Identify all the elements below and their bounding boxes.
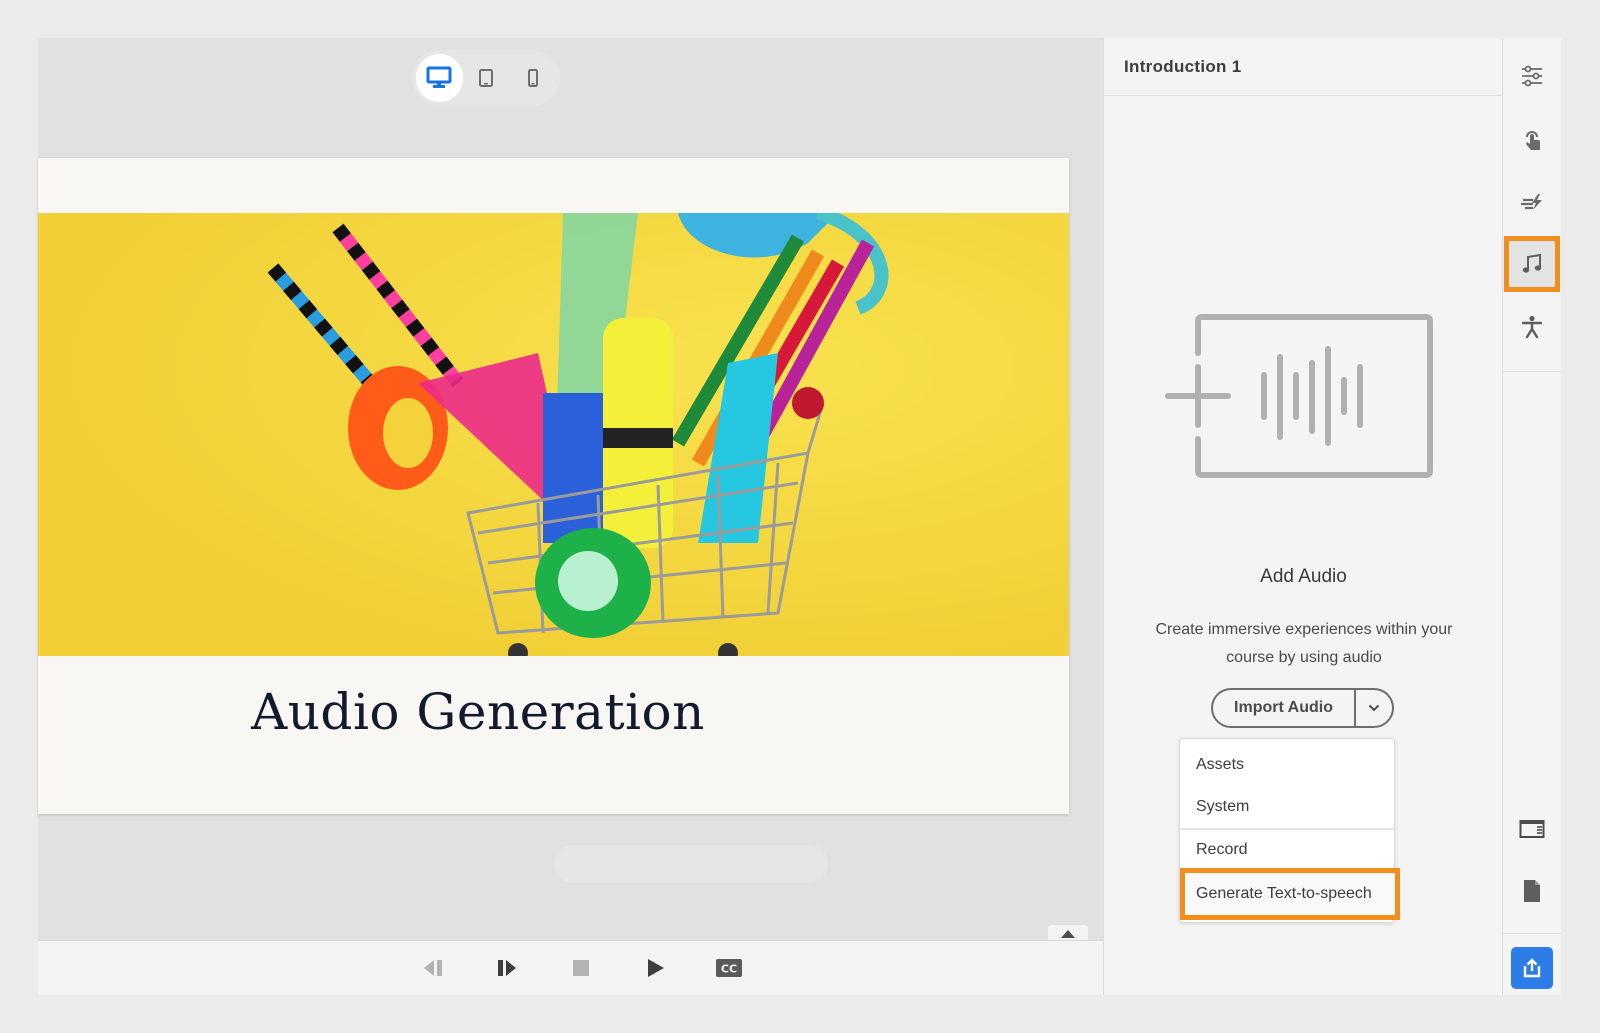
accessibility-tab[interactable] xyxy=(1509,304,1555,350)
empty-state-heading: Add Audio xyxy=(1260,566,1347,587)
properties-tab[interactable] xyxy=(1509,53,1555,99)
menu-item-assets[interactable]: Assets xyxy=(1180,745,1394,785)
sliders-icon xyxy=(1522,65,1542,87)
captions-button[interactable]: CC xyxy=(713,952,745,984)
slide-image[interactable] xyxy=(38,213,1069,656)
school-supplies-illustration xyxy=(38,213,1069,656)
play-button[interactable] xyxy=(639,952,671,984)
panel-layout-icon xyxy=(1519,820,1545,838)
document-button[interactable] xyxy=(1509,868,1555,914)
slide-title[interactable]: Audio Generation xyxy=(38,683,918,741)
tablet-icon xyxy=(479,69,493,87)
panel-header: Introduction 1 xyxy=(1104,38,1502,96)
device-preview-toggle xyxy=(412,50,560,106)
audio-properties-panel: Introduction 1 Add Audio Create immersiv… xyxy=(1103,38,1502,995)
import-audio-menu: Assets System Record Generate Text-to-sp… xyxy=(1179,738,1400,923)
document-icon xyxy=(1524,880,1540,902)
animations-tab[interactable] xyxy=(1509,179,1555,225)
import-audio-split-button: Import Audio xyxy=(1211,688,1394,728)
publish-button[interactable] xyxy=(1511,947,1553,989)
menu-item-system[interactable]: System xyxy=(1180,787,1394,827)
stop-button[interactable] xyxy=(565,952,597,984)
chevron-down-icon xyxy=(1368,704,1380,712)
right-tool-rail xyxy=(1502,38,1561,995)
share-upload-icon xyxy=(1523,958,1541,978)
add-audio-illustration-icon xyxy=(1165,314,1433,478)
mobile-icon xyxy=(527,69,538,87)
timeline-pill xyxy=(554,845,828,883)
slide-canvas[interactable]: Audio Generation xyxy=(38,158,1069,814)
play-icon xyxy=(647,959,664,977)
svg-text:CC: CC xyxy=(720,963,736,976)
accessibility-icon xyxy=(1521,315,1543,339)
tablet-preview-button[interactable] xyxy=(463,54,510,102)
caret-up-icon xyxy=(1061,930,1075,938)
stop-icon xyxy=(572,960,589,976)
interactions-tab[interactable] xyxy=(1509,117,1555,163)
previous-button[interactable] xyxy=(417,952,449,984)
rail-divider xyxy=(1503,371,1561,372)
stage-area: Audio Generation CC xyxy=(38,38,1103,995)
cc-icon: CC xyxy=(715,959,742,977)
menu-item-generate-text-to-speech[interactable]: Generate Text-to-speech xyxy=(1180,868,1400,920)
menu-item-record[interactable]: Record xyxy=(1180,830,1394,870)
desktop-icon xyxy=(426,66,452,88)
import-audio-dropdown-button[interactable] xyxy=(1354,690,1392,726)
next-button[interactable] xyxy=(491,952,523,984)
panel-title: Introduction 1 xyxy=(1124,56,1242,76)
audio-tab[interactable] xyxy=(1504,236,1560,292)
mobile-preview-button[interactable] xyxy=(509,54,556,102)
skip-back-icon xyxy=(423,960,442,976)
touch-icon xyxy=(1526,131,1540,150)
music-note-icon xyxy=(1522,253,1542,273)
playback-controls: CC xyxy=(38,940,1103,995)
rail-divider xyxy=(1503,933,1561,934)
skip-forward-icon xyxy=(497,960,516,976)
empty-state-description: Create immersive experiences within your… xyxy=(1155,621,1453,666)
motion-icon xyxy=(1521,194,1542,210)
app-frame: Audio Generation CC Introduction 1 Add A… xyxy=(38,38,1561,995)
desktop-preview-button[interactable] xyxy=(416,54,463,102)
import-audio-button[interactable]: Import Audio xyxy=(1213,690,1354,726)
layout-panel-button[interactable] xyxy=(1509,806,1555,852)
